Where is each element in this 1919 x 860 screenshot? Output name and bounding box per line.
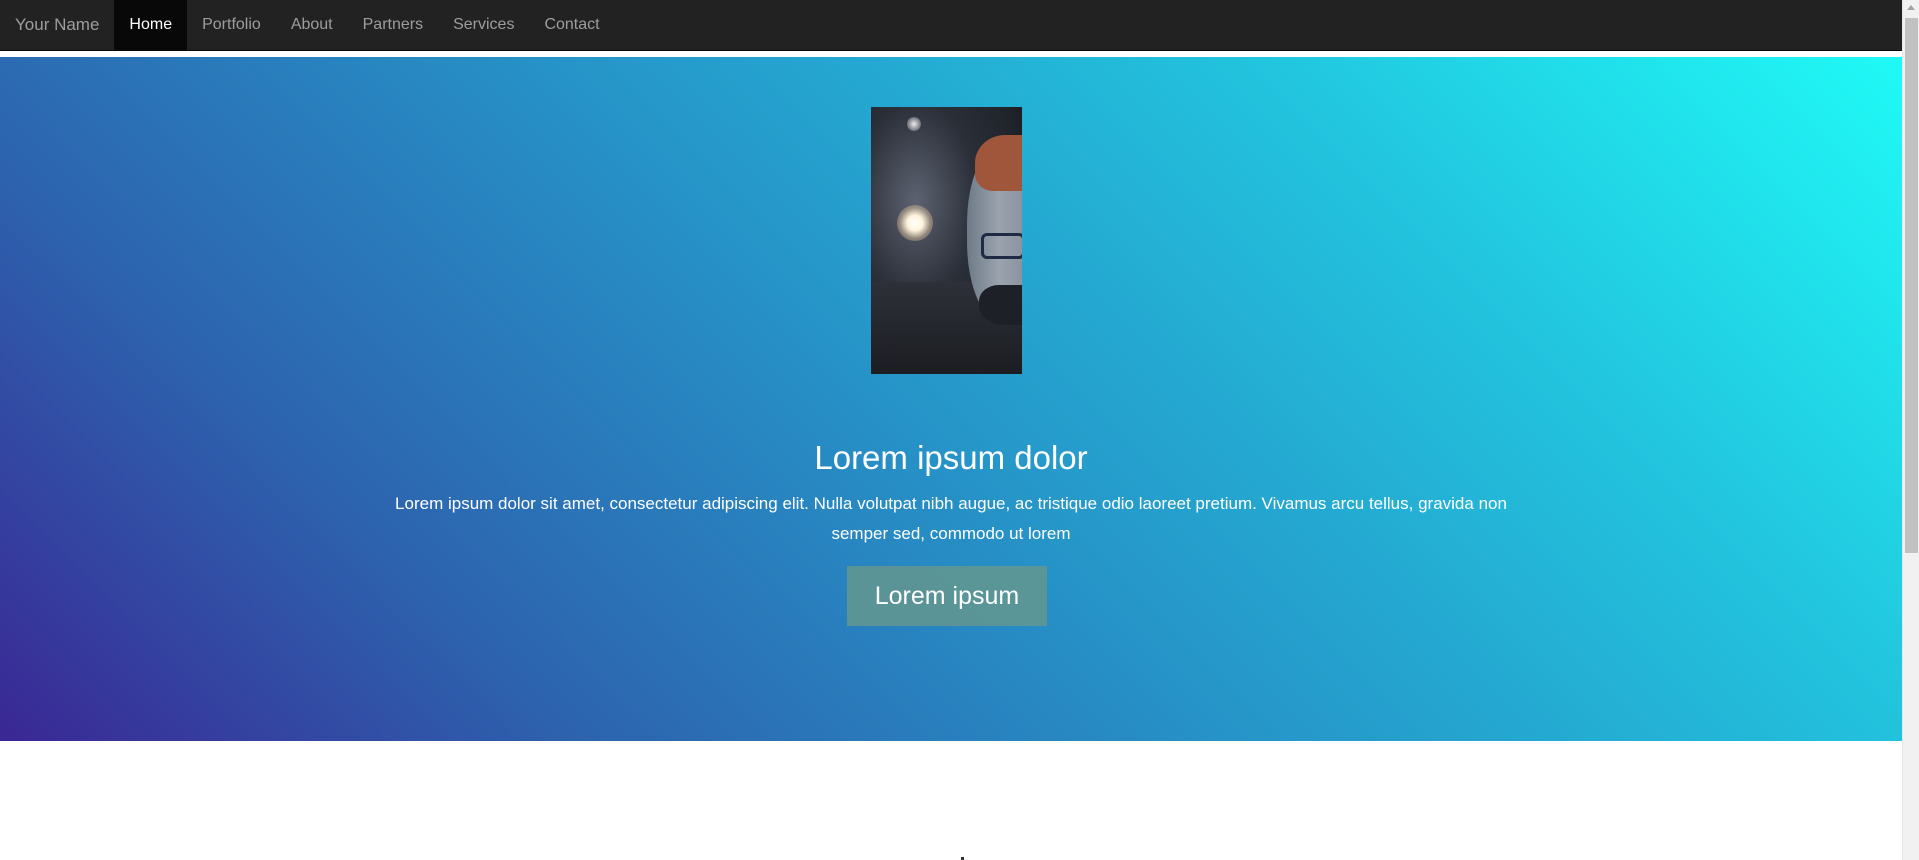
nav-item-portfolio[interactable]: Portfolio bbox=[187, 0, 276, 50]
nav-item-about[interactable]: About bbox=[276, 0, 348, 50]
scrollbar-thumb[interactable] bbox=[1905, 18, 1918, 553]
light-flare bbox=[897, 205, 933, 241]
hero-title: Lorem ipsum dolor bbox=[814, 439, 1088, 476]
scroll-up-arrow-icon[interactable] bbox=[1907, 5, 1915, 10]
nav-item-services[interactable]: Services bbox=[438, 0, 529, 50]
hero-description: Lorem ipsum dolor sit amet, consectetur … bbox=[395, 494, 1507, 543]
top-navbar: Your Name Home Portfolio About Partners … bbox=[0, 0, 1902, 51]
next-section bbox=[0, 741, 1902, 860]
vertical-scrollbar[interactable] bbox=[1902, 0, 1919, 860]
nav-item-home[interactable]: Home bbox=[114, 0, 188, 50]
hero-section: Lorem ipsum dolor Lorem ipsum dolor sit … bbox=[0, 57, 1902, 741]
hero-cta-button[interactable]: Lorem ipsum bbox=[847, 566, 1047, 626]
nav-item-contact[interactable]: Contact bbox=[529, 0, 614, 50]
nav-menu: Home Portfolio About Partners Services C… bbox=[114, 0, 614, 50]
glasses bbox=[981, 233, 1022, 259]
hero-photo bbox=[871, 107, 1022, 374]
nav-item-partners[interactable]: Partners bbox=[348, 0, 438, 50]
brand-link[interactable]: Your Name bbox=[0, 0, 114, 50]
